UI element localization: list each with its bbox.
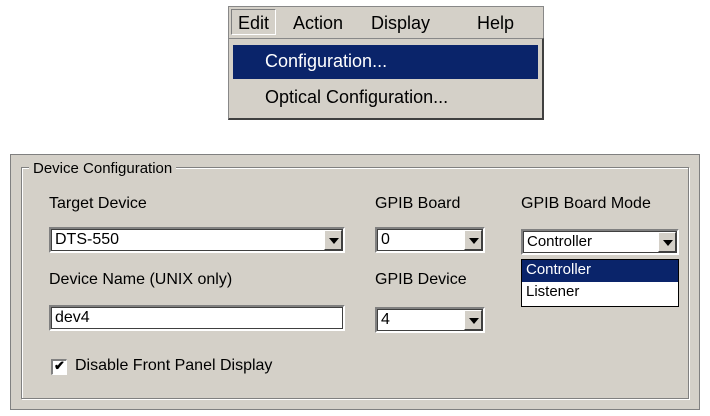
disable-front-panel-checkbox[interactable]: ✔ <box>51 358 67 375</box>
gpib-board-select[interactable]: 0 <box>375 227 485 253</box>
group-legend: Device Configuration <box>29 160 177 177</box>
gpib-board-dropdown-button[interactable] <box>464 230 482 250</box>
option-controller[interactable]: Controller <box>522 260 678 282</box>
gpib-device-dropdown-button[interactable] <box>464 310 482 330</box>
chevron-down-icon <box>663 240 673 246</box>
gpib-device-label: GPIB Device <box>375 271 467 288</box>
edit-dropdown-menu: Configuration... Optical Configuration..… <box>228 38 544 120</box>
target-device-dropdown-button[interactable] <box>324 230 342 250</box>
menu-help[interactable]: Help <box>477 13 514 34</box>
menu-bar: Edit Action Display Help <box>228 6 544 38</box>
target-device-select[interactable]: DTS-550 <box>49 227 345 253</box>
menu-edit[interactable]: Edit <box>231 9 277 35</box>
target-device-value: DTS-550 <box>55 231 120 248</box>
gpib-device-value: 4 <box>381 311 390 328</box>
chevron-down-icon <box>469 238 479 244</box>
gpib-board-mode-listbox: Controller Listener <box>521 259 679 307</box>
gpib-device-select[interactable]: 4 <box>375 307 485 333</box>
gpib-board-label: GPIB Board <box>375 195 461 212</box>
menu-item-configuration[interactable]: Configuration... <box>233 45 538 79</box>
gpib-board-mode-value: Controller <box>527 233 593 250</box>
option-listener[interactable]: Listener <box>522 282 678 304</box>
gpib-board-mode-label: GPIB Board Mode <box>521 195 651 212</box>
chevron-down-icon <box>469 318 479 324</box>
gpib-board-value: 0 <box>381 231 390 248</box>
device-name-label: Device Name (UNIX only) <box>49 271 233 288</box>
gpib-board-mode-dropdown-button[interactable] <box>658 232 676 252</box>
device-name-value: dev4 <box>55 309 90 326</box>
disable-front-panel-label[interactable]: Disable Front Panel Display <box>75 357 272 375</box>
chevron-down-icon <box>329 238 339 244</box>
menu-item-optical-configuration[interactable]: Optical Configuration... <box>233 81 538 115</box>
gpib-board-mode-select[interactable]: Controller <box>521 229 679 255</box>
device-name-input[interactable]: dev4 <box>49 305 345 331</box>
menu-action[interactable]: Action <box>293 13 343 34</box>
checkmark-icon: ✔ <box>54 358 65 373</box>
target-device-label: Target Device <box>49 195 147 212</box>
device-config-panel: Device Configuration Target Device DTS-5… <box>10 154 700 410</box>
menu-display[interactable]: Display <box>371 13 430 34</box>
